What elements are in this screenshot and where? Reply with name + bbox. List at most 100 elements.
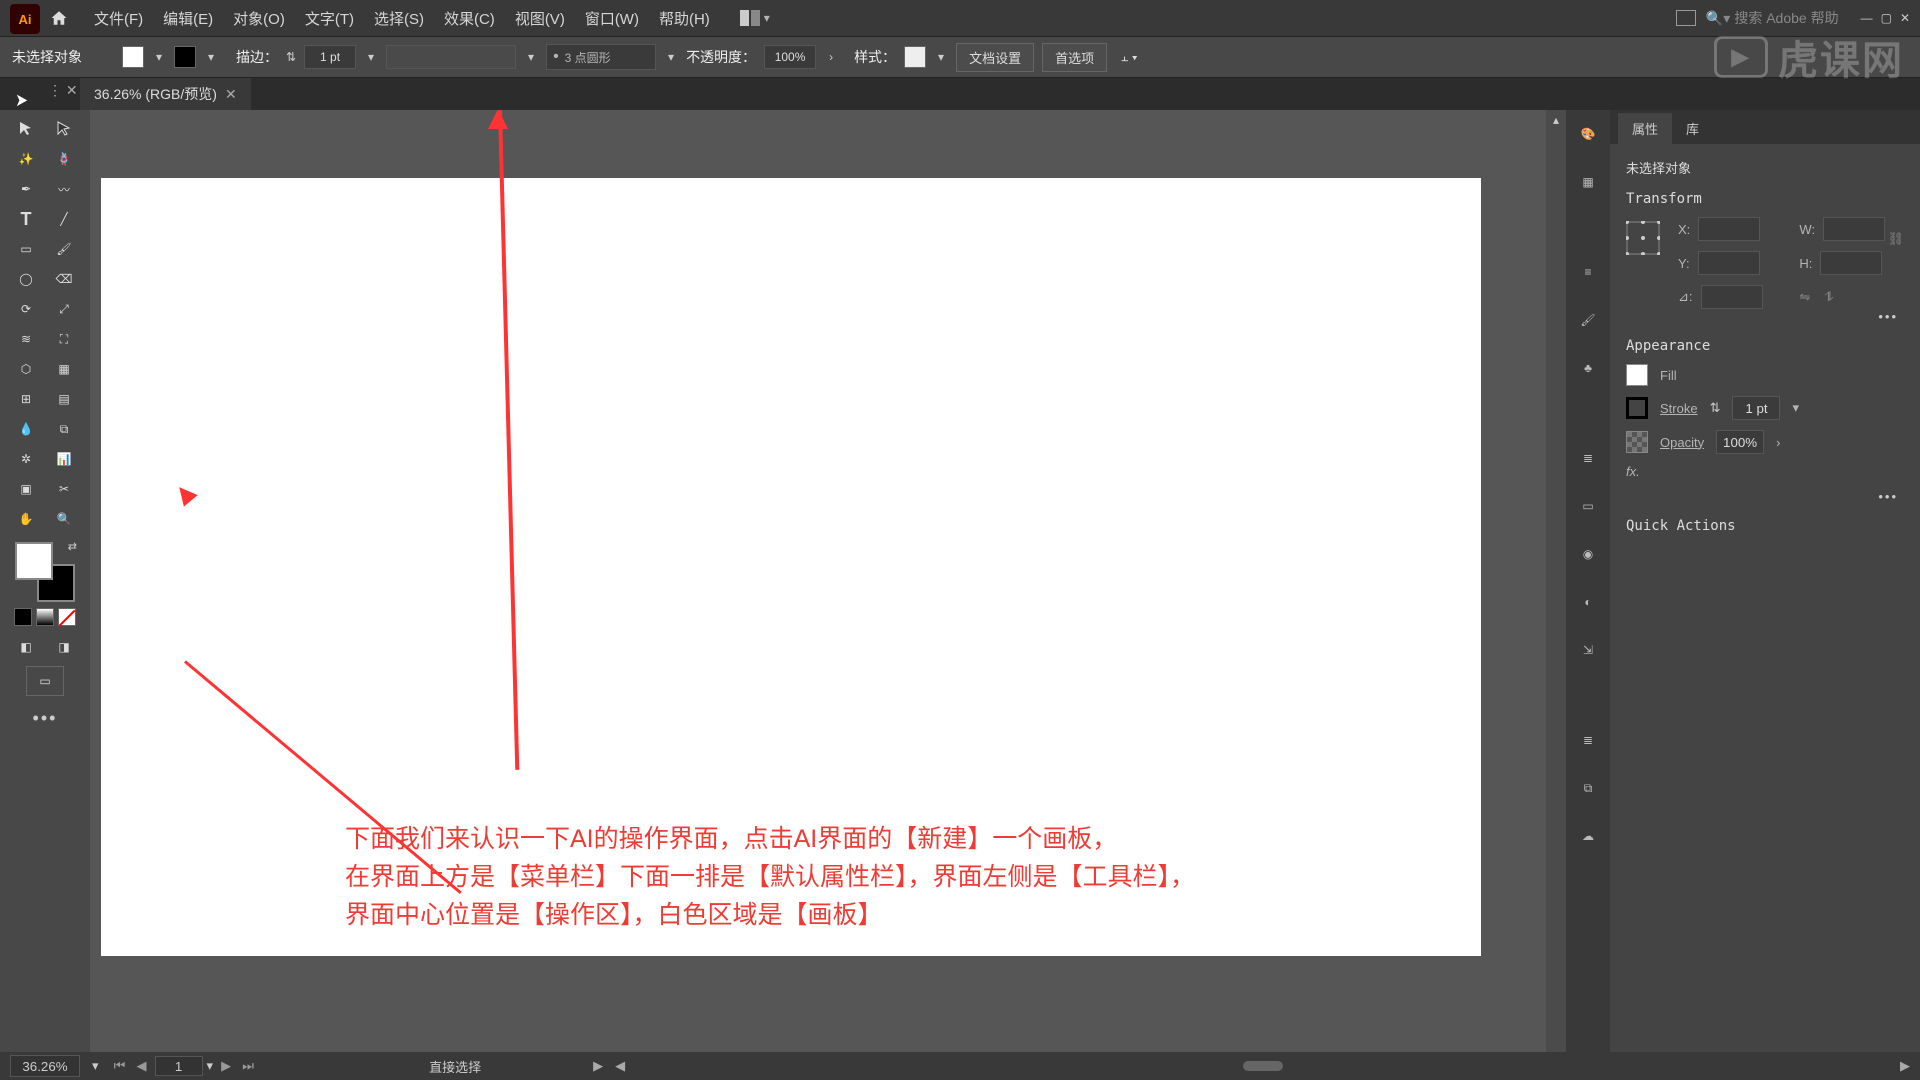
- page-input[interactable]: [155, 1056, 203, 1076]
- stroke-stepper-icon[interactable]: ⇅: [286, 50, 296, 64]
- color-mode-none[interactable]: [58, 608, 76, 626]
- tab-libraries[interactable]: 库: [1672, 113, 1713, 144]
- menu-effect[interactable]: 效果(C): [434, 2, 505, 35]
- horizontal-scrollbar-thumb[interactable]: [1243, 1061, 1283, 1071]
- tab-close-icon[interactable]: ✕: [225, 86, 237, 103]
- eraser-tool[interactable]: ⌫: [45, 264, 83, 294]
- style-swatch[interactable]: [904, 46, 926, 68]
- eyedropper-tool[interactable]: 💧: [7, 414, 45, 444]
- help-search[interactable]: 🔍▾ 搜索 Adobe 帮助: [1706, 8, 1839, 28]
- minimize-icon[interactable]: —: [1861, 11, 1873, 25]
- preferences-button[interactable]: 首选项: [1042, 43, 1107, 72]
- asset-export-panel-icon[interactable]: ⇲: [1574, 636, 1602, 664]
- style-dropdown[interactable]: ▾: [934, 50, 948, 64]
- stroke-swatch-dropdown[interactable]: ▾: [204, 50, 218, 64]
- fill-stroke-picker[interactable]: ⇄: [15, 542, 75, 602]
- artboards-panel-icon[interactable]: ⧉: [1574, 774, 1602, 802]
- next-page-icon[interactable]: ▶: [217, 1058, 235, 1074]
- status-scroll-right-icon[interactable]: ▶: [1900, 1058, 1910, 1074]
- screen-mode-button[interactable]: ▭: [26, 666, 64, 696]
- stroke-swatch[interactable]: [174, 46, 196, 68]
- appearance-opacity-swatch[interactable]: [1626, 431, 1648, 453]
- flip-vertical-icon[interactable]: ⥮: [1824, 289, 1833, 305]
- h-input[interactable]: [1820, 251, 1882, 275]
- menu-file[interactable]: 文件(F): [84, 2, 153, 35]
- document-setup-button[interactable]: 文档设置: [956, 43, 1034, 72]
- stroke-panel-icon[interactable]: ≡: [1574, 258, 1602, 286]
- chevron-down-icon[interactable]: ▾: [1792, 400, 1799, 416]
- shape-builder-tool[interactable]: ⬡: [7, 354, 45, 384]
- graphic-styles-panel-icon[interactable]: ◐: [1574, 588, 1602, 616]
- lasso-tool[interactable]: 🪢: [45, 144, 83, 174]
- shaper-tool[interactable]: ◯: [7, 264, 45, 294]
- appearance-more-icon[interactable]: •••: [1626, 489, 1904, 504]
- menu-window[interactable]: 窗口(W): [575, 2, 649, 35]
- menu-edit[interactable]: 编辑(E): [153, 2, 223, 35]
- color-mode-solid[interactable]: [14, 608, 32, 626]
- align-to-icon[interactable]: ⫠ ▾: [1121, 50, 1137, 65]
- brush-definition[interactable]: •3 点圆形: [546, 44, 656, 70]
- perspective-grid-tool[interactable]: ▦: [45, 354, 83, 384]
- edit-toolbar-button[interactable]: •••: [33, 708, 58, 729]
- x-input[interactable]: [1698, 217, 1760, 241]
- transform-more-icon[interactable]: •••: [1626, 309, 1904, 324]
- direct-selection-tool[interactable]: [45, 114, 83, 144]
- free-transform-tool[interactable]: ⛶: [45, 324, 83, 354]
- status-play-icon[interactable]: ▶: [593, 1058, 603, 1074]
- appearance-stroke-swatch[interactable]: [1626, 397, 1648, 419]
- libraries-panel-icon[interactable]: ☁: [1574, 822, 1602, 850]
- color-panel-icon[interactable]: 🎨: [1574, 120, 1602, 148]
- stroke-width-dropdown[interactable]: ▾: [364, 50, 378, 64]
- selection-tool[interactable]: [7, 114, 45, 144]
- document-tab[interactable]: 36.26% (RGB/预览) ✕: [80, 78, 251, 110]
- appearance-fill-swatch[interactable]: [1626, 364, 1648, 386]
- swatches-panel-icon[interactable]: ▦: [1574, 168, 1602, 196]
- fill-color[interactable]: [15, 542, 53, 580]
- prev-tab-close-icon[interactable]: ⋮ ✕: [48, 82, 78, 99]
- first-page-icon[interactable]: ⏮: [111, 1058, 129, 1074]
- mesh-tool[interactable]: ⊞: [7, 384, 45, 414]
- symbol-sprayer-tool[interactable]: ✲: [7, 444, 45, 474]
- hand-tool[interactable]: ✋: [7, 504, 45, 534]
- line-segment-tool[interactable]: ╱: [45, 204, 83, 234]
- menu-type[interactable]: 文字(T): [295, 2, 364, 35]
- menu-help[interactable]: 帮助(H): [649, 2, 720, 35]
- brushes-panel-icon[interactable]: 🖌: [1574, 306, 1602, 334]
- appearance-panel-icon[interactable]: ◉: [1574, 540, 1602, 568]
- swap-colors-icon[interactable]: ⇄: [68, 540, 77, 553]
- align-panel-icon[interactable]: ≣: [1574, 444, 1602, 472]
- transform-panel-icon[interactable]: ▭: [1574, 492, 1602, 520]
- reference-point-icon[interactable]: [1626, 221, 1660, 255]
- maximize-icon[interactable]: ▢: [1881, 11, 1892, 25]
- fill-swatch[interactable]: [122, 46, 144, 68]
- color-mode-gradient[interactable]: [36, 608, 54, 626]
- vertical-scrollbar[interactable]: ▴: [1546, 110, 1566, 1052]
- home-icon[interactable]: [48, 7, 70, 29]
- brush-dropdown[interactable]: ▾: [664, 50, 678, 64]
- stroke-width-input[interactable]: [304, 45, 356, 69]
- zoom-tool[interactable]: 🔍: [45, 504, 83, 534]
- opacity-dropdown[interactable]: ›: [824, 50, 838, 64]
- scale-tool[interactable]: ⤢: [45, 294, 83, 324]
- canvas-area[interactable]: 下面我们来认识一下AI的操作界面，点击AI界面的【新建】一个画板， 在界面上方是…: [90, 110, 1566, 1052]
- paintbrush-tool[interactable]: 🖌: [45, 234, 83, 264]
- rotate-tool[interactable]: ⟳: [7, 294, 45, 324]
- chevron-right-icon[interactable]: ›: [1776, 435, 1780, 450]
- chevron-down-icon[interactable]: ▾: [92, 1058, 99, 1074]
- menu-select[interactable]: 选择(S): [364, 2, 434, 35]
- magic-wand-tool[interactable]: ✨: [7, 144, 45, 174]
- stroke-value-input[interactable]: [1732, 396, 1780, 420]
- scroll-up-icon[interactable]: ▴: [1546, 110, 1566, 130]
- slice-tool[interactable]: ✂: [45, 474, 83, 504]
- zoom-select[interactable]: [10, 1055, 80, 1077]
- layers-panel-icon[interactable]: ≣: [1574, 726, 1602, 754]
- blend-tool[interactable]: ⧉: [45, 414, 83, 444]
- close-icon[interactable]: ✕: [1900, 11, 1910, 25]
- pen-tool[interactable]: ✒: [7, 174, 45, 204]
- fill-dropdown[interactable]: ▾: [152, 50, 166, 64]
- w-input[interactable]: [1823, 217, 1885, 241]
- opacity-value-input[interactable]: [1716, 430, 1764, 454]
- flip-horizontal-icon[interactable]: ⇋: [1799, 289, 1810, 305]
- type-tool[interactable]: T: [7, 204, 45, 234]
- curvature-tool[interactable]: 〰: [45, 174, 83, 204]
